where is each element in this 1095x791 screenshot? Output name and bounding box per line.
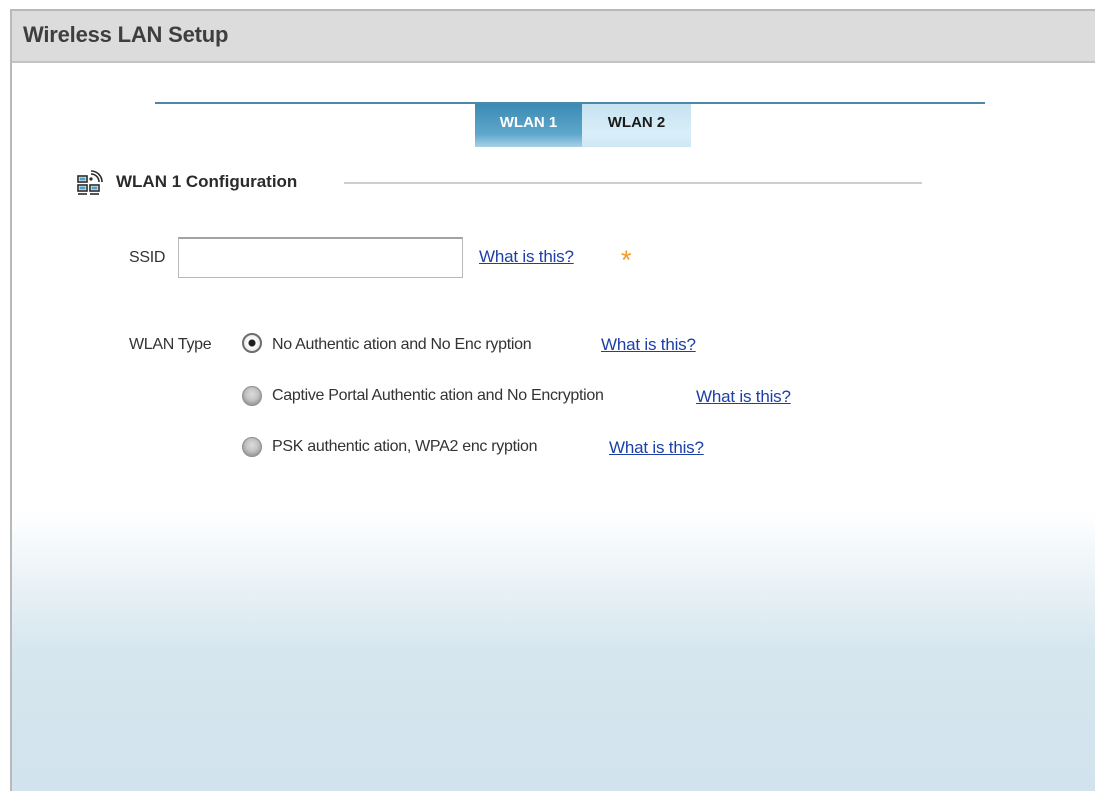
help-link-psk-wpa2[interactable]: What is this? xyxy=(609,438,704,458)
help-link-no-auth-no-encryption[interactable]: What is this? xyxy=(601,335,696,355)
ssid-help-link[interactable]: What is this? xyxy=(479,247,574,267)
tab-wlan-2[interactable]: WLAN 2 xyxy=(582,104,691,147)
title-bar: Wireless LAN Setup xyxy=(12,11,1095,63)
tab-wlan-1[interactable]: WLAN 1 xyxy=(475,104,582,147)
radio-captive-portal[interactable] xyxy=(242,386,262,406)
option-label-no-auth-no-encryption: No Authentic ation and No Enc ryption xyxy=(272,336,532,353)
section-title: WLAN 1 Configuration xyxy=(116,172,298,191)
option-label-psk-wpa2: PSK authentic ation, WPA2 enc ryption xyxy=(272,438,538,455)
radio-psk-wpa2[interactable] xyxy=(242,437,262,457)
ssid-input[interactable] xyxy=(178,237,463,278)
radio-no-auth-no-encryption[interactable] xyxy=(242,333,262,353)
wireless-network-icon xyxy=(77,170,103,195)
section-divider xyxy=(344,182,922,184)
help-link-captive-portal[interactable]: What is this? xyxy=(696,387,791,407)
ssid-label: SSID xyxy=(129,249,166,266)
required-star-icon: * xyxy=(621,245,632,275)
option-label-captive-portal: Captive Portal Authentic ation and No En… xyxy=(272,387,604,404)
window-title: Wireless LAN Setup xyxy=(23,22,229,47)
wlan-type-label: WLAN Type xyxy=(129,336,212,353)
wireless-lan-setup-window: Wireless LAN Setup WLAN 1 WLAN 2 WLAN 1 … xyxy=(10,9,1095,791)
